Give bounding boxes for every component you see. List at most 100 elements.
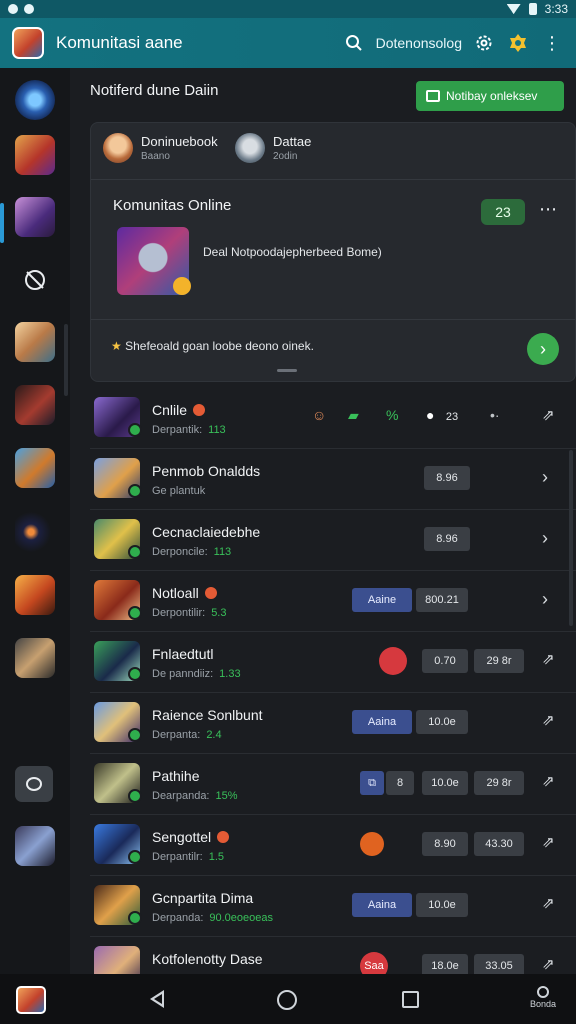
value-chip[interactable]: 8 bbox=[386, 771, 414, 795]
status-chip[interactable]: Aaina bbox=[352, 710, 412, 734]
flag-icon bbox=[217, 831, 230, 843]
value-chip[interactable]: 10.0e bbox=[416, 893, 468, 917]
list-item[interactable]: Cecnaclaiedebhe Derponcile: 113 8.96 › bbox=[90, 510, 576, 571]
list-item[interactable]: Notloall Derpontilir: 5.3 Aaine 800.21 › bbox=[90, 571, 576, 632]
back-icon-inner bbox=[154, 994, 162, 1004]
card-user-1[interactable]: Doninuebook Baano bbox=[103, 133, 218, 163]
badge-icon[interactable] bbox=[506, 31, 530, 55]
value-chip[interactable]: 0.70 bbox=[422, 649, 468, 673]
status-icon: ● bbox=[426, 407, 435, 423]
recents-icon[interactable] bbox=[402, 991, 419, 1008]
value-chip[interactable]: 10.0e bbox=[422, 771, 468, 795]
chevron-right-icon[interactable]: › bbox=[542, 467, 548, 488]
community-name: Gcnpartita Dima bbox=[152, 890, 253, 906]
value-chip[interactable]: 8.96 bbox=[424, 466, 470, 490]
value-chip[interactable]: 8.96 bbox=[424, 527, 470, 551]
notify-button-label: Notibay onleksev bbox=[446, 89, 538, 103]
search-icon[interactable] bbox=[342, 31, 366, 55]
home-icon[interactable] bbox=[277, 990, 297, 1010]
notification-dot-icon bbox=[8, 4, 18, 14]
nav-app-icon[interactable] bbox=[16, 986, 46, 1014]
online-check-icon bbox=[128, 728, 142, 742]
main-scrollbar[interactable] bbox=[569, 450, 573, 626]
list-item[interactable]: Penmob Onaldds Ge plantuk 8.96 › bbox=[90, 449, 576, 510]
rail-item-community-3[interactable] bbox=[15, 322, 55, 362]
search-label[interactable]: Dotenonsolog bbox=[376, 35, 462, 51]
bottom-nav: Bonda bbox=[0, 974, 576, 1024]
rail-item-community-5[interactable] bbox=[15, 448, 55, 488]
nav-profile[interactable]: Bonda bbox=[528, 986, 558, 1009]
community-subtitle: Derpantik: 113 bbox=[152, 424, 226, 436]
subtitle-label: Derpanta: bbox=[152, 729, 201, 741]
subtitle-label: Derponcile: bbox=[152, 546, 208, 558]
divider bbox=[91, 319, 575, 320]
share-icon[interactable]: ⇗ bbox=[542, 833, 555, 851]
share-icon[interactable]: ⇗ bbox=[542, 955, 555, 973]
share-icon[interactable]: ⇗ bbox=[542, 894, 555, 912]
more-horiz-icon[interactable]: ⋯ bbox=[539, 199, 558, 220]
sync-icon bbox=[24, 4, 34, 14]
coin-icon bbox=[173, 277, 191, 295]
rail-item-community-7[interactable] bbox=[15, 575, 55, 615]
rail-item-community-1[interactable] bbox=[15, 135, 55, 175]
flag-icon bbox=[193, 404, 206, 416]
alert-chip[interactable] bbox=[360, 832, 384, 856]
card-user-2[interactable]: Dattae 2odin bbox=[235, 133, 311, 163]
drag-handle[interactable] bbox=[277, 369, 297, 372]
community-name: Cecnaclaiedebhe bbox=[152, 524, 260, 540]
subtitle-value: 113 bbox=[208, 424, 226, 436]
rail-scrollbar[interactable] bbox=[64, 324, 68, 396]
card-go-button[interactable]: › bbox=[527, 333, 559, 365]
rail-item-blocked[interactable] bbox=[15, 260, 55, 300]
list-item[interactable]: Fnlaedtutl De panndiiz: 1.33 0.70 29 8r ⇗ bbox=[90, 632, 576, 693]
rail-item-community-8[interactable] bbox=[15, 638, 55, 678]
notify-button[interactable]: Notibay onleksev bbox=[416, 81, 564, 111]
chevron-right-icon[interactable]: › bbox=[542, 528, 548, 549]
subtitle-label: Derpanda: bbox=[152, 912, 204, 924]
value-chip[interactable]: 29 8r bbox=[474, 771, 524, 795]
more-vert-icon[interactable]: ⋮ bbox=[540, 31, 564, 55]
user-sub: Baano bbox=[141, 151, 170, 162]
community-subtitle: Derponcile: 113 bbox=[152, 546, 231, 558]
rail-chat-button[interactable] bbox=[15, 766, 53, 802]
status-chip[interactable]: Aaine bbox=[352, 588, 412, 612]
section-title: Notiferd dune Daiin bbox=[90, 82, 219, 99]
rail-item-community-6[interactable] bbox=[15, 512, 55, 552]
gear-icon[interactable] bbox=[472, 31, 496, 55]
value-chip[interactable]: 8.90 bbox=[422, 832, 468, 856]
share-icon[interactable]: ⇗ bbox=[542, 406, 555, 424]
app-title: Komunitasi aane bbox=[56, 33, 183, 52]
share-icon[interactable]: ⇗ bbox=[542, 772, 555, 790]
value-chip[interactable]: 43.30 bbox=[474, 832, 524, 856]
rail-item-community-9[interactable] bbox=[15, 826, 55, 866]
value-chip[interactable]: 29 8r bbox=[474, 649, 524, 673]
status-chip[interactable]: Aaina bbox=[352, 893, 412, 917]
value-chip[interactable]: 800.21 bbox=[416, 588, 468, 612]
list-item[interactable]: Sengottel Derpantilr: 1.5 8.90 43.30 ⇗ bbox=[90, 815, 576, 876]
status-chip[interactable]: ⧉ bbox=[360, 771, 384, 795]
chevron-right-icon[interactable]: › bbox=[542, 589, 548, 610]
online-check-icon bbox=[128, 423, 142, 437]
subtitle-value: 1.5 bbox=[208, 851, 225, 863]
rail-item-community-2[interactable] bbox=[15, 197, 55, 237]
chat-icon bbox=[26, 777, 42, 791]
list-item[interactable]: Cnlile Derpantik: 113 ☺ ▰% ● •· 23 ⇗ bbox=[90, 388, 576, 449]
share-icon[interactable]: ⇗ bbox=[542, 650, 555, 668]
value-chip[interactable]: 10.0e bbox=[416, 710, 468, 734]
card-description: Deal Notpoodajepherbeed Bome) bbox=[203, 245, 382, 259]
subtitle-label: Derpantilr: bbox=[152, 851, 203, 863]
app-logo[interactable] bbox=[12, 27, 44, 59]
avatar bbox=[235, 133, 265, 163]
left-rail bbox=[0, 68, 70, 974]
community-name: Sengottel bbox=[152, 829, 230, 845]
online-check-icon bbox=[128, 789, 142, 803]
list-item[interactable]: Gcnpartita Dima Derpanda: 90.0eoeoeas Aaina… bbox=[90, 876, 576, 937]
battery-icon bbox=[528, 3, 537, 15]
share-icon[interactable]: ⇗ bbox=[542, 711, 555, 729]
alert-chip[interactable] bbox=[379, 647, 407, 675]
rail-item-community-4[interactable] bbox=[15, 385, 55, 425]
community-name-text: Cecnaclaiedebhe bbox=[152, 524, 261, 540]
list-item[interactable]: Raience Sonlbunt Derpanta: 2.4 Aaina 10.0e ⇗ bbox=[90, 693, 576, 754]
rail-item-home[interactable] bbox=[15, 80, 55, 120]
list-item[interactable]: Pathihe Dearpanda: 15% ⧉ 8 10.0e 29 8r ⇗ bbox=[90, 754, 576, 815]
